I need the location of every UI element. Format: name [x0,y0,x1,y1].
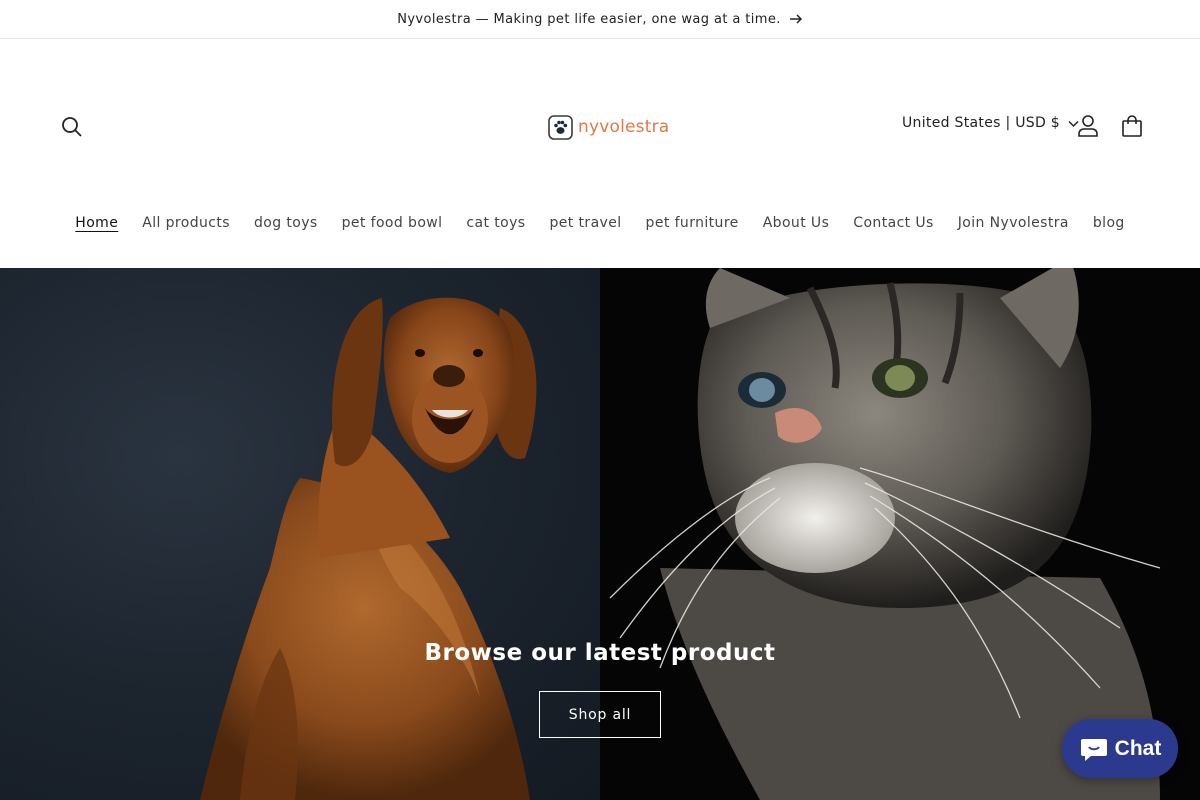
nav-item-pet-furniture[interactable]: pet furniture [646,215,739,231]
account-icon [1078,115,1098,137]
chat-button[interactable]: Chat [1062,719,1178,778]
hero-banner: Browse our latest product Shop all [0,268,1200,800]
announcement-bar: Nyvolestra — Making pet life easier, one… [0,0,1200,39]
cart-button[interactable] [1118,112,1146,140]
hero-image-dog [0,268,600,800]
site-header: nyvolestra United States | USD $ Home Al… [0,39,1200,268]
announcement-text: Nyvolestra — Making pet life easier, one… [397,11,781,27]
country-currency-selector[interactable]: United States | USD $ [902,115,1079,131]
cart-icon [1122,115,1142,137]
announcement-link[interactable]: Nyvolestra — Making pet life easier, one… [397,12,803,27]
shop-all-button[interactable]: Shop all [539,691,661,738]
nav-item-pet-food-bowl[interactable]: pet food bowl [342,215,443,231]
chat-bubble-icon [1080,738,1107,761]
site-logo[interactable]: nyvolestra [548,114,669,140]
nav-item-cat-toys[interactable]: cat toys [466,215,525,231]
nav-item-about-us[interactable]: About Us [763,215,830,231]
search-icon [62,117,82,137]
nav-item-all-products[interactable]: All products [142,215,230,231]
nav-item-join[interactable]: Join Nyvolestra [958,215,1069,231]
nav-item-blog[interactable]: blog [1093,215,1125,231]
arrow-right-icon [789,14,802,24]
nav-item-contact-us[interactable]: Contact Us [853,215,933,231]
logo-text: nyvolestra [578,117,670,137]
nav-item-home[interactable]: Home [75,215,118,231]
nav-item-pet-travel[interactable]: pet travel [549,215,621,231]
hero-title: Browse our latest product [424,640,776,666]
paw-logo-icon [548,114,573,140]
locale-label: United States | USD $ [902,115,1060,131]
chat-label: Chat [1114,736,1162,760]
account-button[interactable] [1074,112,1102,140]
main-navigation: Home All products dog toys pet food bowl… [0,215,1200,231]
search-button[interactable] [58,113,86,141]
nav-item-dog-toys[interactable]: dog toys [254,215,318,231]
